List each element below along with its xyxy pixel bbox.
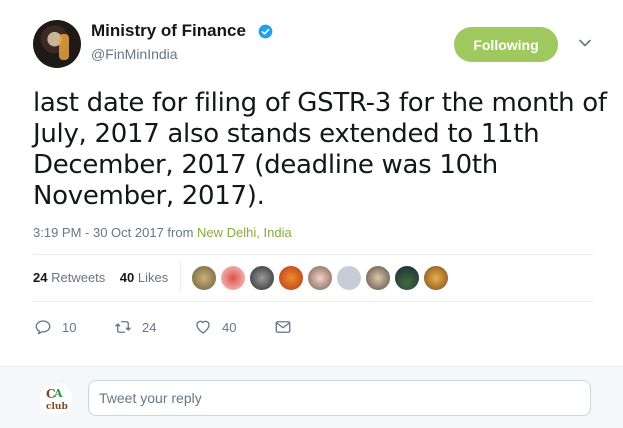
tweet-timestamp[interactable]: 3:19 PM - 30 Oct 2017 from bbox=[33, 225, 197, 240]
liker-avatar[interactable] bbox=[365, 265, 391, 291]
liker-avatar[interactable] bbox=[278, 265, 304, 291]
retweets-count: 24 bbox=[33, 270, 48, 285]
divider bbox=[33, 254, 593, 255]
liker-avatar[interactable] bbox=[220, 265, 246, 291]
reply-icon bbox=[35, 320, 51, 335]
liker-avatar[interactable] bbox=[307, 265, 333, 291]
like-button[interactable]: 40 bbox=[194, 317, 236, 337]
default-avatar[interactable] bbox=[336, 265, 362, 291]
svg-text:A: A bbox=[53, 387, 63, 400]
liker-avatar[interactable] bbox=[423, 265, 449, 291]
tweet-text: last date for filing of GSTR-3 for the m… bbox=[33, 88, 607, 211]
svg-text:club: club bbox=[46, 402, 68, 412]
direct-message-button[interactable] bbox=[274, 317, 302, 337]
reply-input[interactable]: Tweet your reply bbox=[88, 380, 591, 416]
reply-count: 10 bbox=[62, 319, 77, 335]
retweet-icon bbox=[115, 321, 131, 333]
profile-avatar[interactable] bbox=[33, 20, 81, 68]
display-name[interactable]: Ministry of Finance bbox=[91, 21, 246, 41]
tweet-stats: 24 Retweets 40 Likes bbox=[33, 270, 168, 285]
following-button[interactable]: Following bbox=[454, 27, 558, 62]
user-handle[interactable]: @FinMinIndia bbox=[91, 46, 178, 62]
tweet-meta: 3:19 PM - 30 Oct 2017 from New Delhi, In… bbox=[33, 225, 292, 240]
retweet-count: 24 bbox=[142, 319, 157, 335]
heart-icon bbox=[196, 320, 210, 334]
stats-divider bbox=[180, 262, 181, 292]
likes-stat[interactable]: 40 Likes bbox=[120, 270, 168, 285]
retweet-button[interactable]: 24 bbox=[114, 317, 156, 337]
retweets-stat[interactable]: 24 Retweets bbox=[33, 270, 105, 285]
current-user-avatar[interactable]: C A club bbox=[40, 383, 72, 415]
likes-count: 40 bbox=[119, 270, 135, 285]
location-link[interactable]: New Delhi, India bbox=[197, 225, 292, 240]
liker-avatar[interactable] bbox=[191, 265, 217, 291]
verified-icon bbox=[258, 24, 273, 39]
liker-avatar[interactable] bbox=[394, 265, 420, 291]
chevron-down-icon[interactable] bbox=[578, 36, 592, 50]
dm-icon bbox=[275, 321, 291, 333]
liker-avatar[interactable] bbox=[249, 265, 275, 291]
like-count: 40 bbox=[222, 319, 237, 335]
reply-button[interactable]: 10 bbox=[34, 317, 76, 337]
divider bbox=[33, 301, 593, 302]
likes-label: Likes bbox=[137, 270, 169, 285]
retweets-label: Retweets bbox=[51, 270, 106, 285]
